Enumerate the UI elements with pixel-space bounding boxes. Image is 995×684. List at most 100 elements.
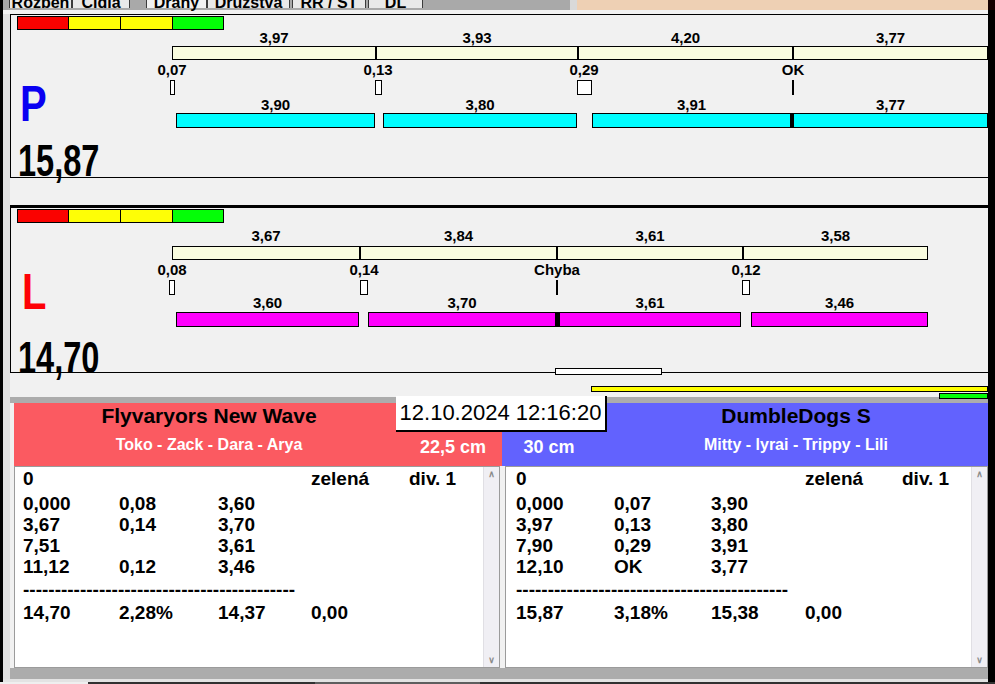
lane-L-tick-label: 0,14 bbox=[349, 261, 378, 278]
lane-P-time-label: 3,80 bbox=[465, 96, 494, 113]
tab-dru-stva[interactable]: Družstva bbox=[207, 0, 290, 8]
result-cell: 7,90 bbox=[516, 535, 553, 556]
results-table-right: 0zelenádiv. 10,0000,073,903,970,133,807,… bbox=[505, 466, 988, 668]
result-cell: 0,07 bbox=[614, 493, 651, 514]
lane-L-time-label: 3,61 bbox=[635, 294, 664, 311]
lane-P-tick-label: 0,13 bbox=[363, 61, 392, 78]
tab-label: Dráhy bbox=[147, 0, 206, 12]
scroll-up-icon[interactable]: ∧ bbox=[484, 469, 499, 479]
results-left-scrollbar[interactable]: ∧∨ bbox=[483, 467, 499, 667]
result-cell: 3,61 bbox=[218, 535, 255, 556]
datetime-box: 12.10.2024 12:16:20 bbox=[396, 396, 607, 432]
lane-P-time-label: 3,77 bbox=[876, 96, 905, 113]
lane-L-tick-mark bbox=[556, 280, 558, 295]
result-cell: zelená bbox=[311, 468, 369, 489]
result-cell: OK bbox=[614, 556, 643, 577]
lane-P-light-0 bbox=[17, 16, 69, 30]
lane-L-top-split-label: 3,61 bbox=[635, 227, 664, 244]
result-cell: 0 bbox=[23, 468, 34, 489]
tab-dr-hy[interactable]: Dráhy bbox=[146, 0, 207, 8]
result-cell: 0,12 bbox=[119, 556, 156, 577]
result-cell: div. 1 bbox=[409, 468, 456, 489]
result-cell: 3,90 bbox=[711, 493, 748, 514]
lane-P-top-split-label: 3,97 bbox=[259, 29, 288, 46]
lane-P-top-bar-divider bbox=[577, 46, 579, 60]
lane-P-tick-box bbox=[577, 80, 592, 95]
lane-L-letter: L bbox=[22, 270, 46, 314]
team-right-dogs: Mitty - lyrai - Trippy - Lili bbox=[704, 436, 888, 454]
result-cell: 0,08 bbox=[119, 493, 156, 514]
result-cell: 0,000 bbox=[516, 493, 564, 514]
lane-P-time-label: 3,91 bbox=[677, 96, 706, 113]
result-cell: 0,14 bbox=[119, 514, 156, 535]
lane-P-time-bar-segment bbox=[793, 113, 988, 128]
lane-P-time-bar-segment bbox=[176, 113, 375, 128]
lane-P-tick-box bbox=[375, 80, 382, 95]
lane-L-total-time: 14,70 bbox=[18, 338, 99, 378]
lane-L-tick-box bbox=[742, 280, 750, 295]
window-border-right bbox=[988, 10, 995, 682]
result-cell: 3,97 bbox=[516, 514, 553, 535]
lane-P-top-split-label: 4,20 bbox=[671, 29, 700, 46]
lane-L-tick-box bbox=[169, 280, 175, 295]
lane-P-tick-label: 0,07 bbox=[157, 61, 186, 78]
tab--idla[interactable]: Čidla bbox=[72, 0, 130, 8]
lane-L-time-label: 3,46 bbox=[825, 294, 854, 311]
lane-L-top-split-label: 3,67 bbox=[251, 227, 280, 244]
tab-label: DL bbox=[369, 0, 422, 12]
result-cell: 3,46 bbox=[218, 556, 255, 577]
lane-L-time-bar-segment bbox=[751, 312, 928, 327]
scroll-up-icon[interactable]: ∧ bbox=[972, 469, 987, 479]
lane-P-tick-box bbox=[170, 80, 175, 95]
result-sum-cell: 14,37 bbox=[218, 602, 266, 623]
result-sum-cell: 15,87 bbox=[516, 602, 564, 623]
indicator-box bbox=[555, 368, 662, 375]
background-window-strip bbox=[577, 0, 988, 10]
result-dash-line: ----------------------------------------… bbox=[23, 583, 295, 597]
lane-L-time-label: 3,70 bbox=[447, 294, 476, 311]
lane-L-tick-label: 0,08 bbox=[157, 261, 186, 278]
lane-P-tick-label: 0,29 bbox=[569, 61, 598, 78]
lane-P-time-bar-divider bbox=[791, 113, 794, 128]
result-cell: 12,10 bbox=[516, 556, 564, 577]
team-left-height: 22,5 cm bbox=[420, 437, 486, 458]
scroll-down-icon[interactable]: ∨ bbox=[484, 655, 499, 665]
scroll-down-icon[interactable]: ∨ bbox=[972, 655, 987, 665]
lane-P-light-1 bbox=[68, 16, 121, 30]
lane-P-split-bar-top bbox=[172, 46, 988, 60]
lane-P-panel bbox=[10, 14, 989, 178]
lane-L-tick-box bbox=[360, 280, 368, 295]
app-window: RozběhČidla DráhyDružstvaRR / STDL 3,97 3,… bbox=[0, 0, 995, 684]
lane-P-top-bar-divider bbox=[792, 46, 794, 60]
lane-P-total-time: 15,87 bbox=[18, 141, 99, 181]
tab-label: Čidla bbox=[73, 0, 129, 12]
result-cell: zelená bbox=[805, 468, 863, 489]
result-cell: div. 1 bbox=[902, 468, 949, 489]
lane-L-top-bar-divider bbox=[742, 246, 744, 260]
datetime-text: 12.10.2024 12:16:20 bbox=[400, 400, 602, 426]
tab-label: Družstva bbox=[208, 0, 289, 12]
result-cell: 3,70 bbox=[218, 514, 255, 535]
results-right-scrollbar[interactable]: ∧∨ bbox=[971, 467, 987, 667]
lane-P-top-split-label: 3,93 bbox=[462, 29, 491, 46]
window-border-left-inner bbox=[3, 14, 10, 679]
tab-label: Rozběh bbox=[10, 0, 71, 12]
green-progress-bar bbox=[939, 393, 988, 399]
bottom-grey-strip bbox=[8, 668, 988, 679]
tab-dl[interactable]: DL bbox=[368, 0, 423, 8]
result-sum-cell: 2,28% bbox=[119, 602, 173, 623]
tab-rozb-h[interactable]: Rozběh bbox=[9, 0, 72, 8]
lane-L-tick-label: Chyba bbox=[534, 261, 580, 278]
lane-P-top-split-label: 3,77 bbox=[876, 29, 905, 46]
lane-L-light-3 bbox=[172, 209, 224, 223]
result-cell: 0 bbox=[516, 468, 527, 489]
tab-strip-divider bbox=[570, 0, 577, 10]
tab-rr-st[interactable]: RR / ST bbox=[292, 0, 366, 8]
lane-L-top-bar-divider bbox=[359, 246, 361, 260]
result-sum-cell: 3,18% bbox=[614, 602, 668, 623]
lane-P-tick-mark bbox=[792, 80, 794, 95]
result-cell: 0,29 bbox=[614, 535, 651, 556]
tab-label: RR / ST bbox=[293, 0, 365, 12]
lane-L-top-split-label: 3,58 bbox=[821, 227, 850, 244]
lane-L-light-1 bbox=[68, 209, 121, 223]
